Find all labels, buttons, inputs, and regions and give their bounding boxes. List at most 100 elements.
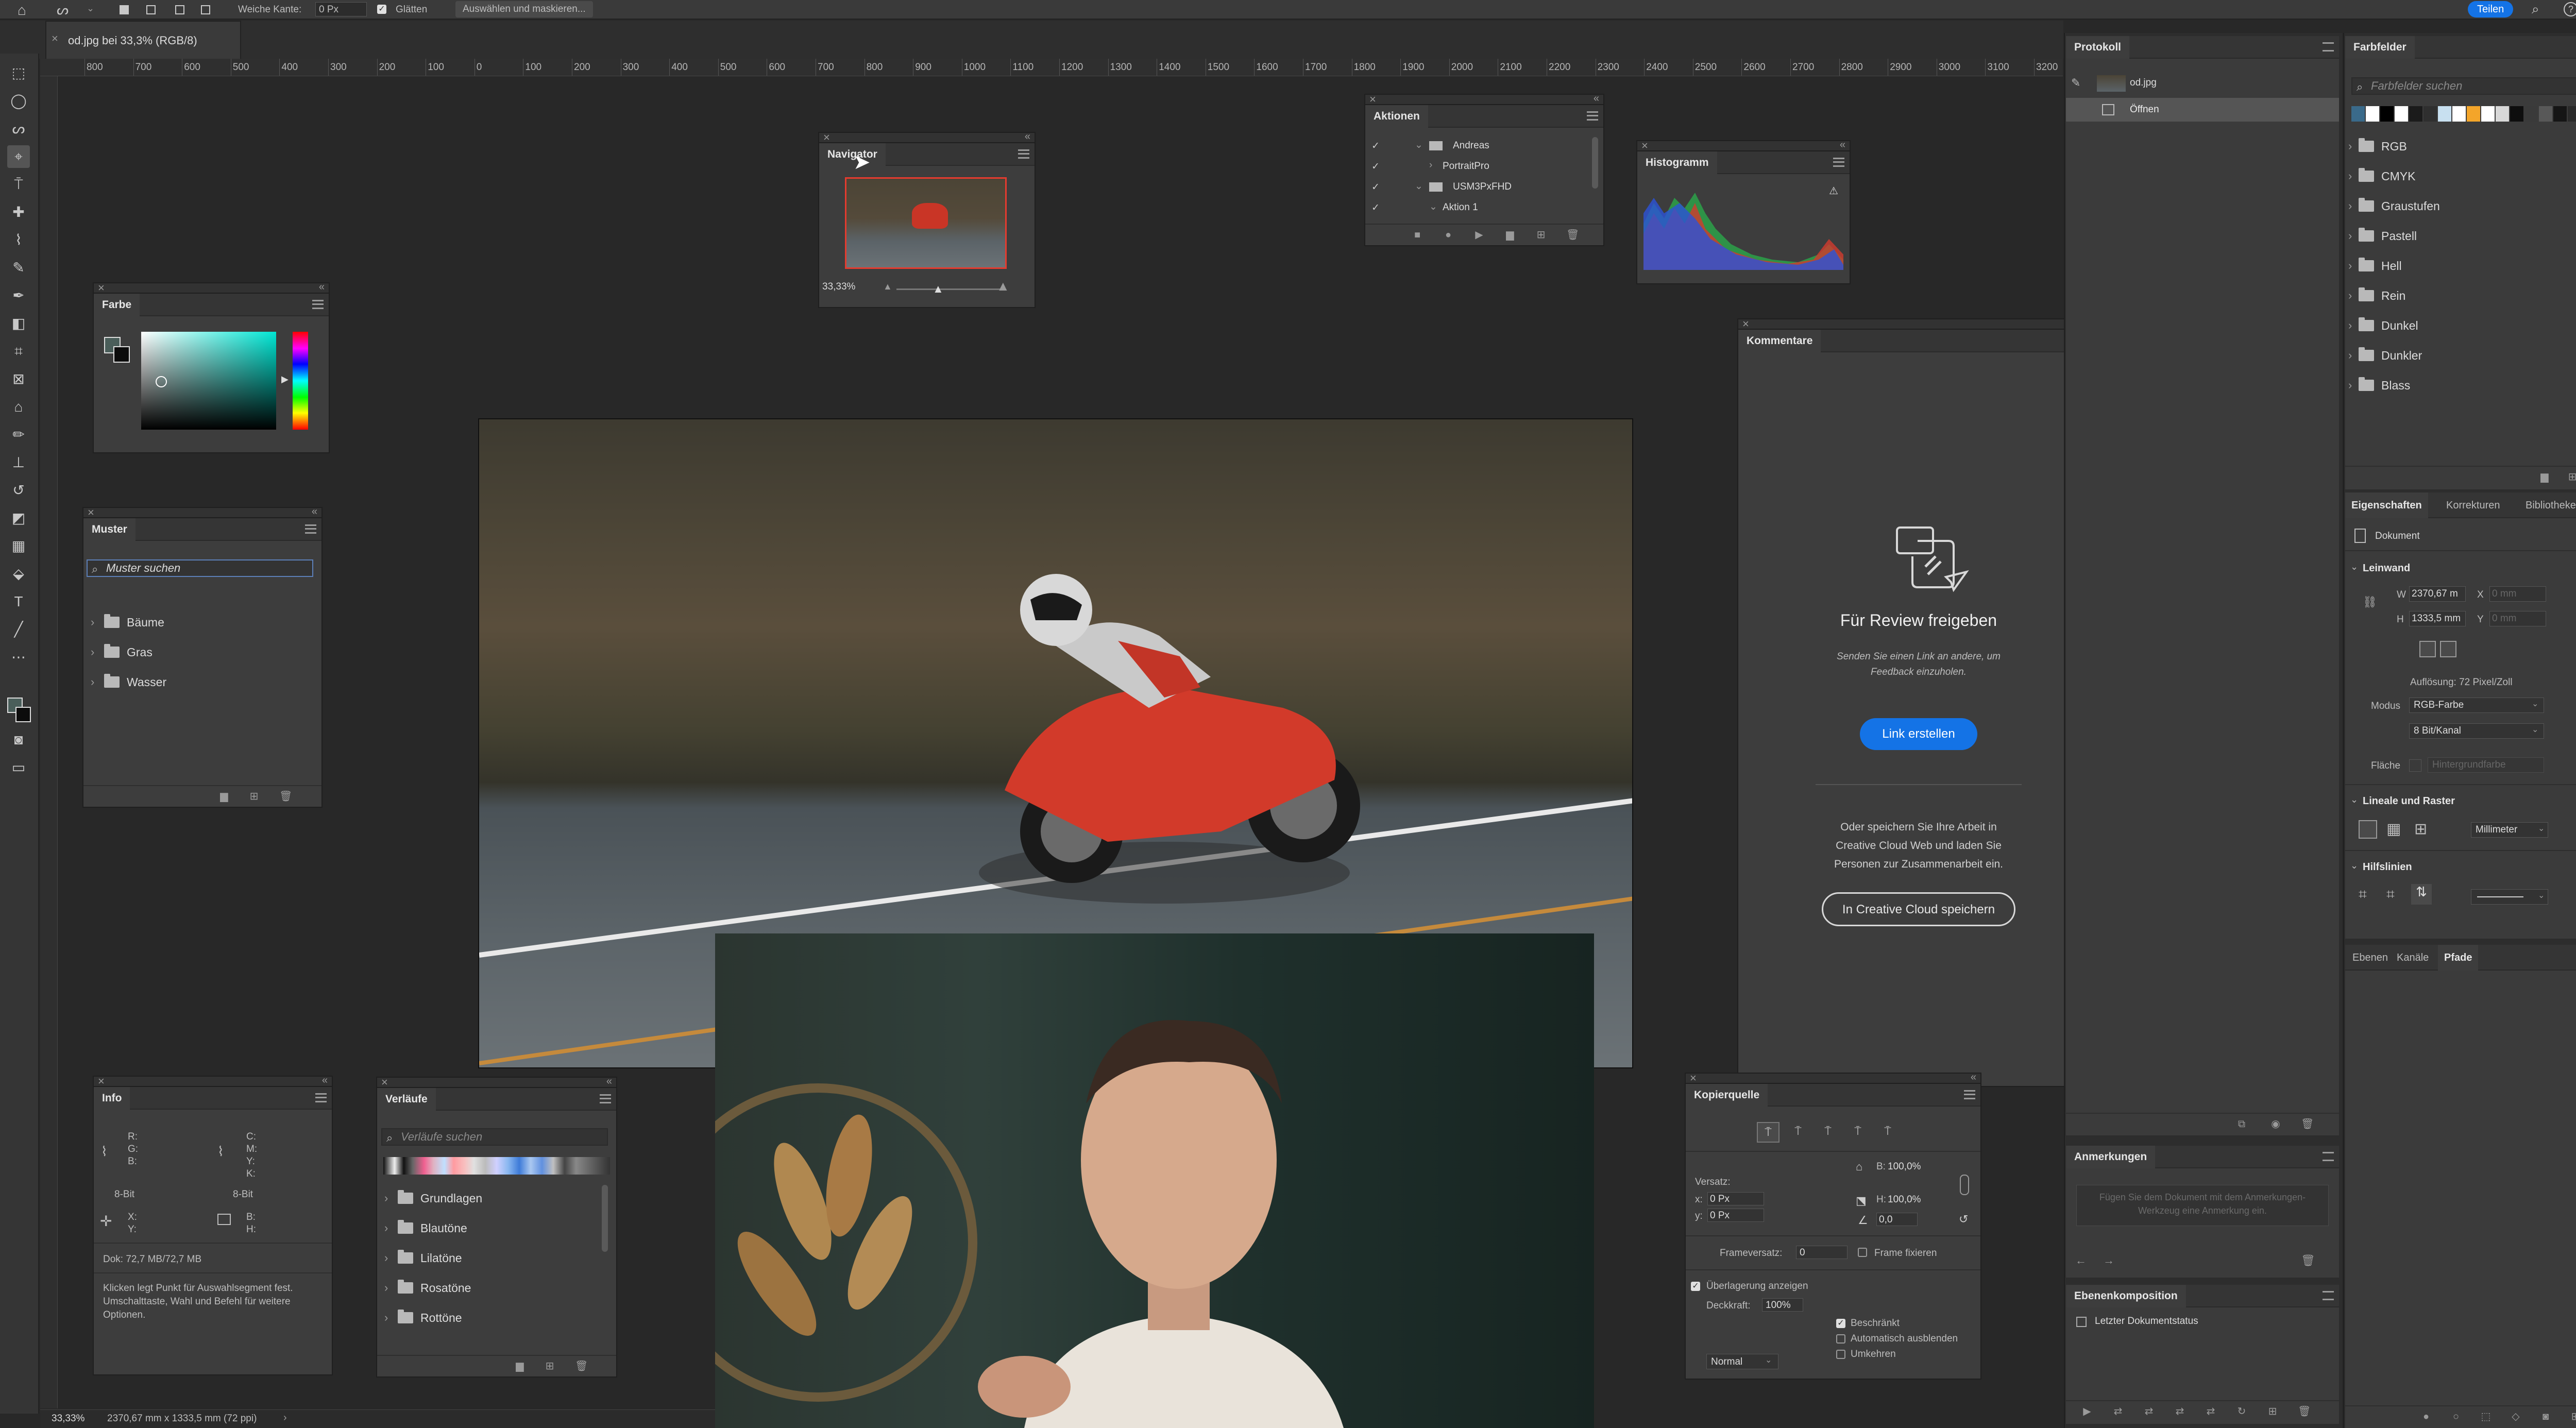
expand-chevron-icon[interactable]: ⌄	[1429, 201, 1437, 213]
landscape-orientation-icon[interactable]	[2440, 641, 2456, 657]
type-tool-icon[interactable]: T	[7, 590, 30, 613]
chevron-right-icon[interactable]: ›	[384, 1281, 388, 1295]
layer-comps-tab[interactable]: Ebenenkomposition	[2066, 1285, 2186, 1307]
clone-link-icon[interactable]	[1960, 1175, 1969, 1195]
swatch[interactable]	[2467, 106, 2480, 122]
clone-lock-icon[interactable]: ⌂	[1856, 1160, 1862, 1174]
smooth-checkbox[interactable]: ✓	[377, 5, 386, 14]
clone-source-2-icon[interactable]: ⍑	[1787, 1122, 1809, 1143]
trash-icon[interactable]: 🗑	[1566, 230, 1579, 240]
lock-frame-checkbox[interactable]	[1858, 1248, 1867, 1257]
panel-menu-icon[interactable]	[1587, 111, 1598, 121]
presenter-video[interactable]	[715, 933, 1594, 1428]
patterns-tab[interactable]: Muster	[83, 518, 135, 541]
color-background-swatch[interactable]	[113, 346, 130, 363]
swatch[interactable]	[2510, 106, 2523, 122]
quick-mask-icon[interactable]: ◙	[7, 728, 30, 751]
swatch-folder[interactable]: › Dunkler	[2345, 341, 2576, 370]
swatch[interactable]	[2553, 106, 2567, 122]
eyedropper-icon[interactable]: ⌇	[217, 1144, 224, 1160]
action-enabled-check-icon[interactable]: ✓	[1371, 161, 1380, 173]
camera-icon[interactable]: ◉	[2270, 1119, 2281, 1129]
chevron-down-icon[interactable]: ⌄	[2350, 794, 2358, 805]
chevron-down-icon[interactable]: ⌄	[87, 3, 94, 14]
chevron-right-icon[interactable]: ›	[2348, 289, 2352, 302]
new-group-icon[interactable]: ▆	[2539, 472, 2550, 482]
swatches-search-input[interactable]: ⌕ Farbfelder suchen	[2351, 77, 2576, 95]
lasso-tool-icon[interactable]: ᔕ	[7, 117, 30, 140]
swatch-folder[interactable]: › Blass	[2345, 371, 2576, 400]
fill-select[interactable]: Hintergrundfarbe	[2428, 757, 2544, 773]
status-zoom[interactable]: 33,33%	[52, 1413, 84, 1424]
clone-angle-input[interactable]: 0,0	[1876, 1213, 1918, 1226]
mode-select[interactable]: RGB-Farbe	[2409, 698, 2544, 713]
comments-tab[interactable]: Kommentare	[1738, 330, 1821, 352]
gradient-folder[interactable]: › Blautöne	[377, 1214, 616, 1243]
stamp-tool-icon[interactable]: ⍑	[7, 173, 30, 196]
gradients-scrollbar[interactable]	[602, 1185, 608, 1252]
chevron-right-icon[interactable]: ›	[2348, 169, 2352, 183]
new-pattern-icon[interactable]: ⊞	[248, 791, 260, 802]
frame-tool-icon[interactable]: ⊠	[7, 368, 30, 390]
canvas-y-input[interactable]: 0 mm	[2489, 611, 2546, 626]
update-selected-icon[interactable]: ⇄	[2205, 1406, 2216, 1417]
grid-toggle-icon[interactable]: ▦	[2386, 820, 2401, 838]
collapse-icon[interactable]: «	[1840, 139, 1845, 151]
new-swatch-icon[interactable]: ⊞	[2567, 472, 2576, 482]
line-tool-icon[interactable]: ╱	[7, 618, 30, 641]
close-icon[interactable]: ×	[823, 131, 830, 144]
fill-swatch[interactable]	[2409, 759, 2421, 772]
swatches-tab[interactable]: Farbfelder	[2345, 36, 2415, 59]
chevron-right-icon[interactable]: ›	[384, 1192, 388, 1205]
swatch[interactable]	[2351, 106, 2365, 122]
panel-menu-icon[interactable]	[2323, 1152, 2334, 1161]
action-enabled-check-icon[interactable]: ✓	[1371, 202, 1380, 214]
feather-input[interactable]: 0 Px	[315, 2, 367, 16]
invert-checkbox[interactable]	[1836, 1350, 1845, 1359]
fill-path-icon[interactable]: ●	[2420, 1412, 2432, 1422]
hue-slider-handle[interactable]: ▶	[281, 374, 289, 385]
close-icon[interactable]: ×	[1641, 139, 1648, 152]
brush-tool-icon[interactable]: ✎	[7, 257, 30, 279]
close-icon[interactable]: ×	[1690, 1072, 1697, 1085]
swatch[interactable]	[2496, 106, 2509, 122]
new-document-from-state-icon[interactable]: ⧉	[2236, 1119, 2247, 1129]
swatch-folder[interactable]: › CMYK	[2345, 162, 2576, 191]
chevron-right-icon[interactable]: ›	[91, 645, 94, 659]
clone-source-3-icon[interactable]: ⍑	[1817, 1122, 1839, 1143]
history-state-row[interactable]: Öffnen	[2066, 98, 2339, 122]
stop-icon[interactable]: ■	[1412, 230, 1423, 240]
chevron-down-icon[interactable]: ⌄	[2532, 699, 2538, 709]
guides-toggle-icon[interactable]: ⌗	[2359, 886, 2367, 903]
history-brush-icon[interactable]: ↺	[7, 479, 30, 502]
create-link-button[interactable]: Link erstellen	[1860, 718, 1977, 750]
action-row[interactable]: ✓ ⌄ Andreas	[1365, 136, 1587, 157]
panel-menu-icon[interactable]	[312, 300, 324, 309]
collapse-icon[interactable]: «	[312, 506, 317, 518]
clone-source-4-icon[interactable]: ⍑	[1846, 1122, 1869, 1143]
panel-menu-icon[interactable]	[315, 1093, 327, 1102]
hue-slider[interactable]	[293, 332, 308, 430]
trash-icon[interactable]: 🗑	[279, 791, 292, 802]
clipped-checkbox[interactable]: ✓	[1836, 1319, 1845, 1328]
swatch[interactable]	[2438, 106, 2451, 122]
chevron-right-icon[interactable]: ›	[384, 1311, 388, 1324]
document-tab[interactable]: × od.jpg bei 33,3% (RGB/8)	[45, 21, 241, 61]
history-tab[interactable]: Protokoll	[2066, 36, 2130, 59]
trash-icon[interactable]: 🗑	[2301, 1254, 2315, 1267]
chevron-right-icon[interactable]: ›	[2348, 349, 2352, 362]
panel-menu-icon[interactable]	[1964, 1090, 1975, 1099]
close-icon[interactable]: ×	[381, 1076, 388, 1089]
action-enabled-check-icon[interactable]: ✓	[1371, 140, 1380, 152]
frame-offset-input[interactable]: 0	[1796, 1246, 1848, 1259]
crop-tool-icon[interactable]: ⌗	[7, 340, 30, 363]
eraser-tool-icon[interactable]: ◩	[7, 507, 30, 530]
swatch-folder[interactable]: › Graustufen	[2345, 192, 2576, 220]
chevron-right-icon[interactable]: ›	[2348, 229, 2352, 243]
chevron-right-icon[interactable]: ›	[91, 675, 94, 689]
trash-icon[interactable]: 🗑	[2298, 1406, 2311, 1417]
marquee-tool-icon[interactable]: ⬚	[7, 62, 30, 84]
channels-tab[interactable]: Kanäle	[2397, 945, 2429, 971]
pencil-tool-icon[interactable]: ✏	[7, 423, 30, 446]
screen-mode-icon[interactable]: ▭	[7, 756, 30, 779]
